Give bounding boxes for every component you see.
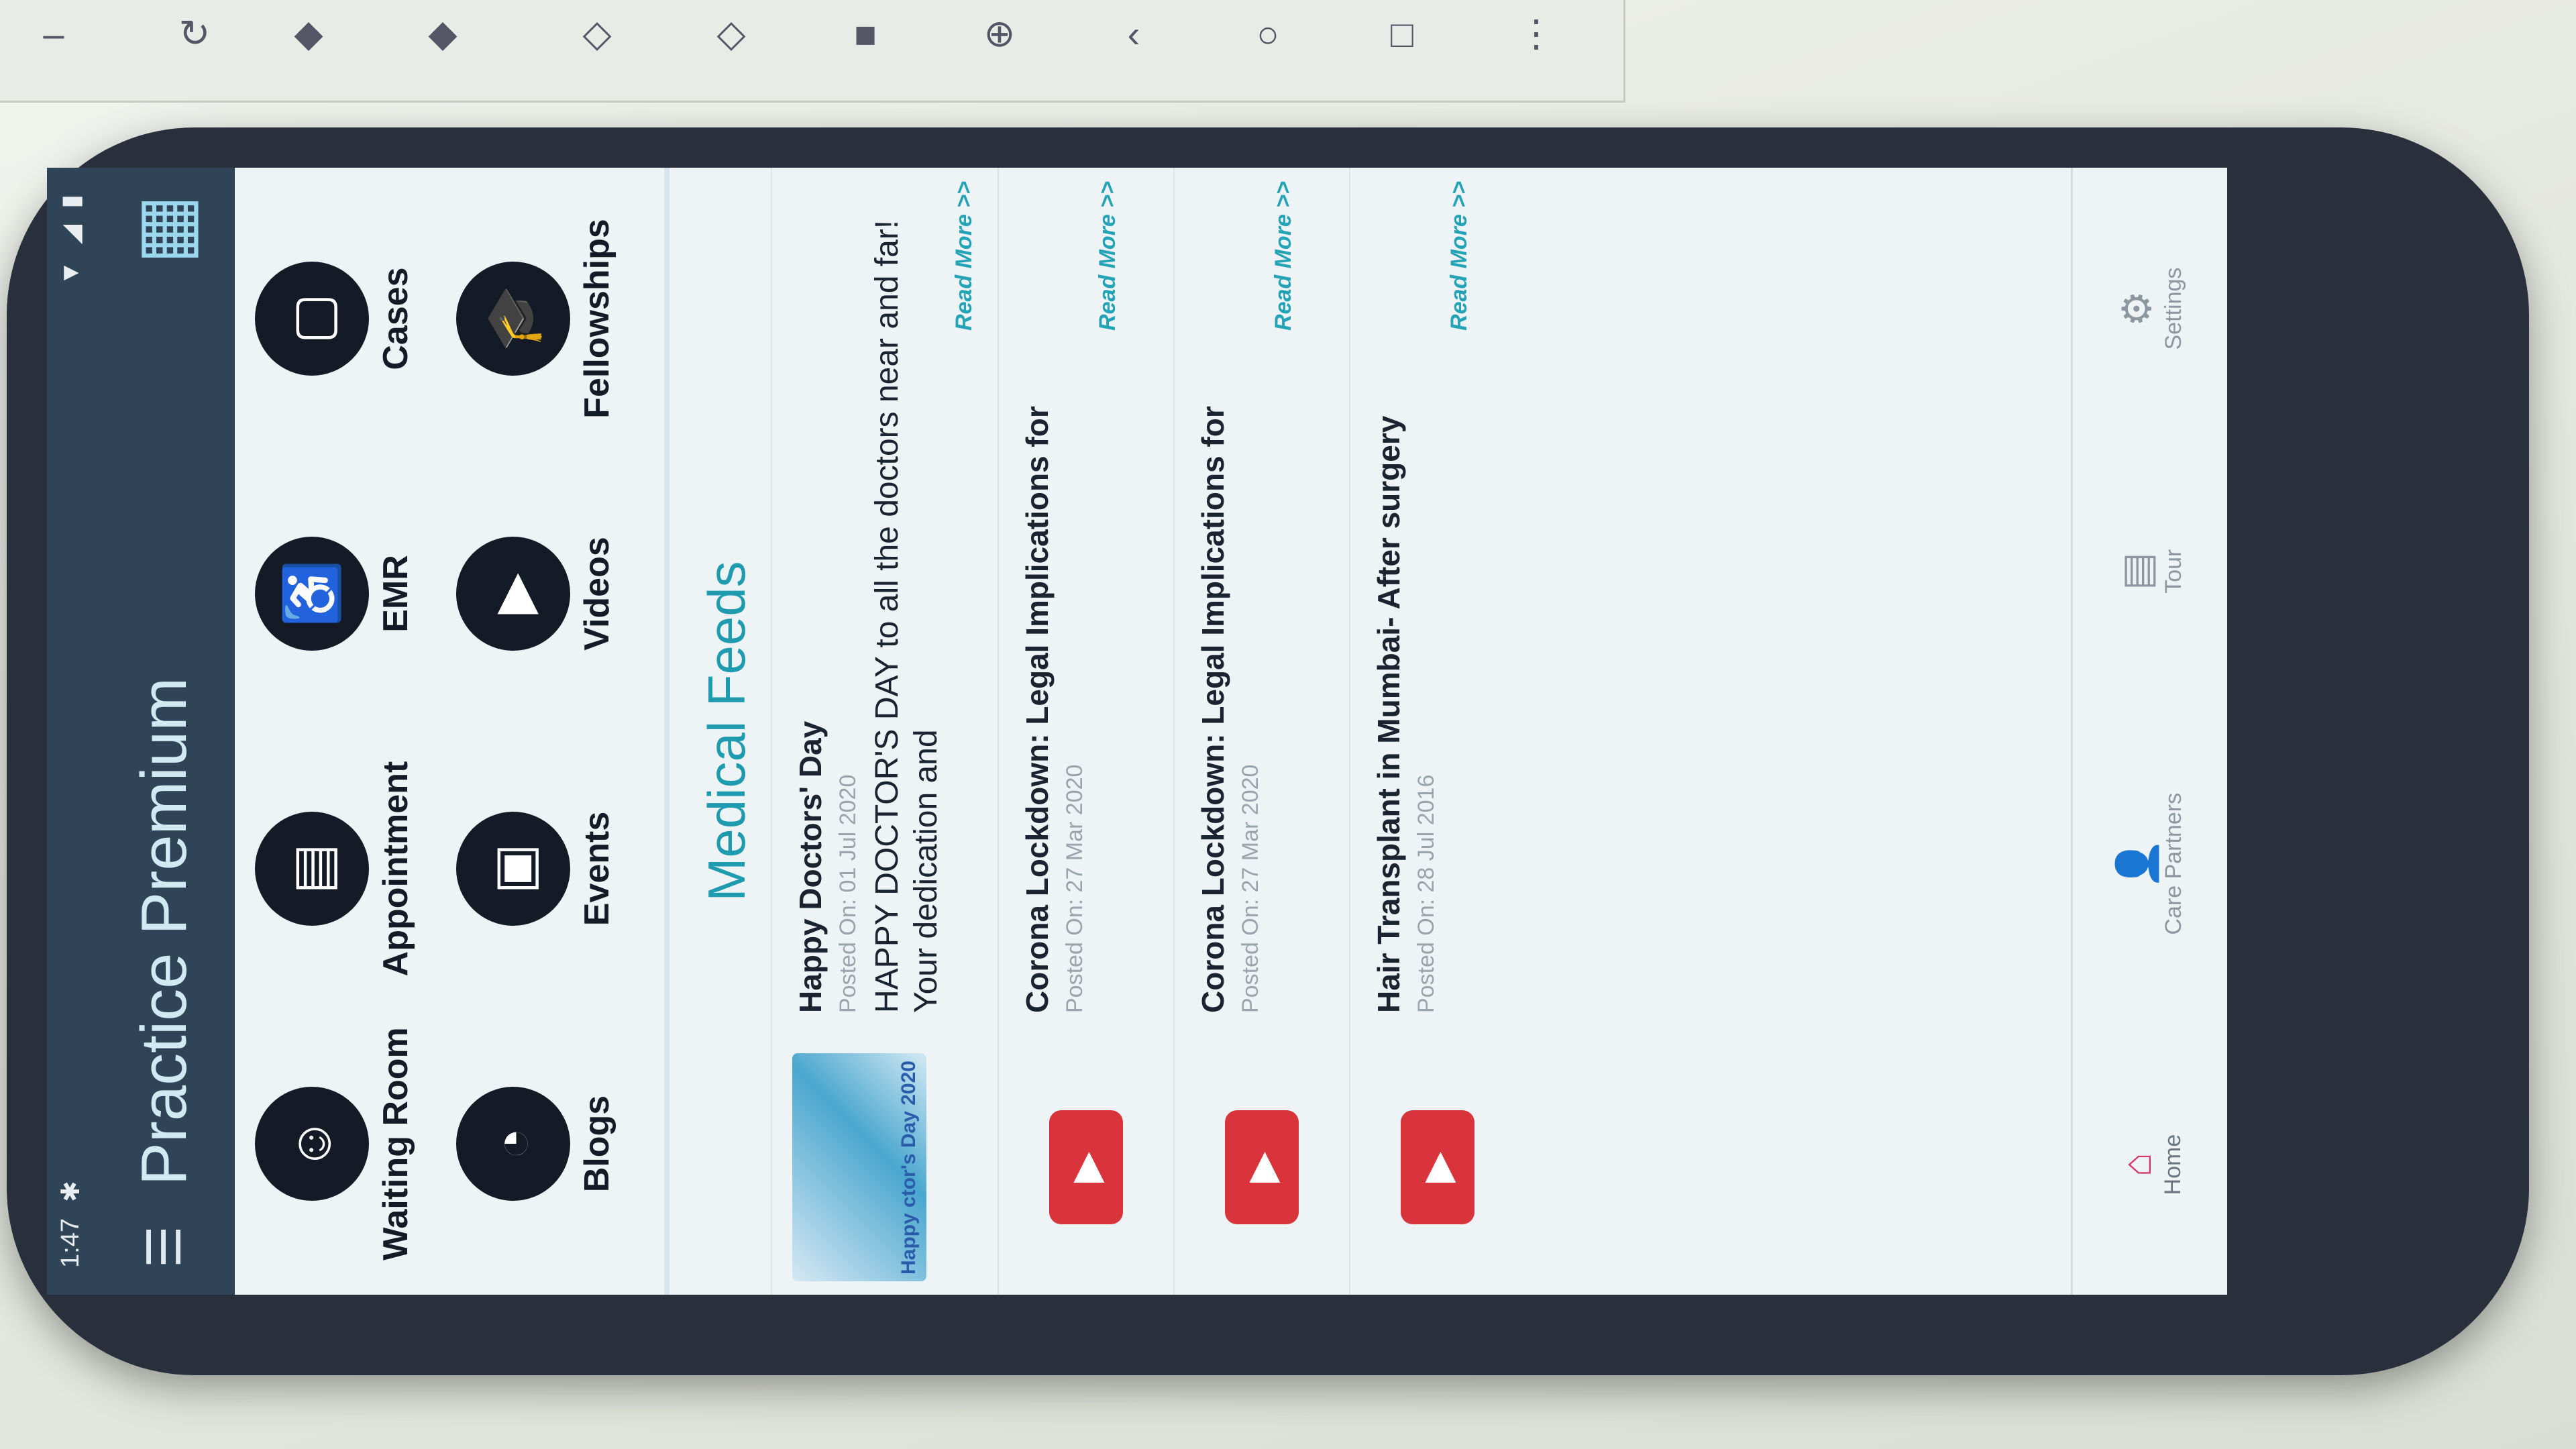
status-bar: 1:47 ✱ ▼ ◢ ▮	[47, 168, 94, 1295]
tile-label: Fellowships	[578, 219, 616, 419]
tile-fellowships[interactable]: 🎓 Fellowships	[456, 181, 657, 456]
refresh-icon: ↻	[178, 12, 211, 54]
play-icon: ▶	[1225, 1110, 1299, 1224]
tile-cases[interactable]: ▢ Cases	[255, 181, 456, 456]
camera-icon: ■	[854, 12, 877, 55]
calendar-check-icon: ▣	[456, 812, 570, 926]
feed-item[interactable]: ▶ Corona Lockdown: Legal Implications fo…	[1173, 168, 1349, 1295]
youtube-thumbnail[interactable]: ▶	[1019, 1053, 1153, 1281]
square-icon: □	[1391, 12, 1413, 55]
background-monitor-toolbar: – ↻ ◆ ◆ ◇ ◇ ■ ⊕ ‹ ○ □ ⋮	[0, 0, 1625, 103]
tile-waiting-room[interactable]: ☺ Waiting Room	[255, 1006, 456, 1281]
plus-icon: ⊕	[983, 12, 1016, 54]
hospital-building-icon[interactable]: ▦	[121, 195, 207, 264]
read-more-link[interactable]: Read More >>	[951, 181, 977, 1013]
status-time: 1:47	[56, 1218, 85, 1268]
hamburger-icon[interactable]: ☰	[137, 1226, 192, 1268]
tile-label: Appointment	[376, 761, 415, 977]
video-camera-icon: ▶	[456, 537, 570, 651]
feed-thumbnail-image: Happy ctor's Day 2020	[792, 1053, 926, 1281]
tile-label: Blogs	[578, 1095, 616, 1193]
app-header: ☰ Practice Premium ▦	[94, 168, 235, 1295]
bottom-tab-bar: ⌂ Home 👤 Care Partners ▤ Tour ⚙ Settings	[2071, 168, 2227, 1295]
feed-date: Posted On: 28 Jul 2016	[1413, 774, 1439, 1013]
wheelchair-icon: ♿	[255, 537, 369, 651]
play-icon: ▶	[1049, 1110, 1123, 1224]
tour-icon: ▤	[2114, 552, 2159, 591]
phone-screen: 1:47 ✱ ▼ ◢ ▮ ☰ Practice Premium ▦ ☺ Wait…	[47, 168, 2227, 1295]
tab-label: Care Partners	[2161, 792, 2186, 935]
home-icon: ⌂	[2114, 1152, 2159, 1177]
tile-label: Events	[578, 811, 616, 926]
tab-home[interactable]: ⌂ Home	[2114, 1134, 2186, 1195]
tab-label: Settings	[2160, 267, 2186, 350]
signal-icon: ◢	[56, 224, 85, 245]
tile-emr[interactable]: ♿ EMR	[255, 456, 456, 731]
feed-date: Posted On: 01 Jul 2020	[835, 774, 861, 1013]
graduation-cap-icon: 🎓	[456, 262, 570, 376]
user-icon: 👤	[2114, 839, 2159, 890]
tab-label: Home	[2160, 1134, 2186, 1195]
feed-title: Corona Lockdown: Legal Implications for	[1020, 406, 1055, 1013]
feed-item[interactable]: ▶ Hair Transplant in Mumbai- After surge…	[1349, 168, 1525, 1295]
feed-title: Hair Transplant in Mumbai- After surgery	[1371, 415, 1406, 1013]
youtube-thumbnail[interactable]: ▶	[1195, 1053, 1329, 1281]
read-more-link[interactable]: Read More >>	[1095, 181, 1121, 1013]
battery-icon: ▮	[56, 195, 85, 209]
thumbnail-caption: Happy ctor's Day 2020	[898, 1061, 920, 1275]
pin-icon: ◆	[294, 12, 323, 54]
wifi-icon: ▼	[56, 260, 85, 286]
feeds-heading: Medical Feeds	[664, 168, 771, 1295]
tab-settings[interactable]: ⚙ Settings	[2114, 268, 2187, 350]
tile-label: Cases	[376, 267, 415, 370]
feed-item[interactable]: Happy ctor's Day 2020 Happy Doctors' Day…	[771, 168, 998, 1295]
tile-label: EMR	[376, 555, 415, 633]
tile-events[interactable]: ▣ Events	[456, 731, 657, 1006]
tab-label: Tour	[2160, 549, 2186, 594]
tile-videos[interactable]: ▶ Videos	[456, 456, 657, 731]
feed-date: Posted On: 27 Mar 2020	[1062, 764, 1087, 1013]
tile-appointment[interactable]: ▤ Appointment	[255, 731, 456, 1006]
more-icon: ⋮	[1517, 12, 1555, 54]
read-more-link[interactable]: Read More >>	[1446, 181, 1472, 1013]
chevron-icon: ‹	[1127, 12, 1140, 55]
people-icon: ☺	[255, 1087, 369, 1201]
feed-body: HAPPY DOCTOR'S DAY to all the doctors ne…	[869, 219, 944, 1013]
tab-care-partners[interactable]: 👤 Care Partners	[2113, 793, 2187, 935]
play-icon: ▶	[1401, 1110, 1474, 1224]
calendar-clock-icon: ▤	[255, 812, 369, 926]
eraser-icon: ◇	[716, 12, 746, 54]
minus-icon: –	[43, 12, 64, 55]
rss-icon: ◔	[456, 1087, 570, 1201]
folder-icon: ▢	[255, 262, 369, 376]
tile-blogs[interactable]: ◔ Blogs	[456, 1006, 657, 1281]
feed-date: Posted On: 27 Mar 2020	[1238, 764, 1263, 1013]
gear-icon: ✱	[56, 1181, 85, 1203]
feed-item[interactable]: ▶ Corona Lockdown: Legal Implications fo…	[998, 168, 1173, 1295]
feature-grid: ☺ Waiting Room ▤ Appointment ♿ EMR ▢ Cas…	[235, 168, 664, 1295]
circle-icon: ○	[1256, 12, 1279, 55]
tab-tour[interactable]: ▤ Tour	[2114, 549, 2187, 594]
page-title: Practice Premium	[128, 677, 200, 1186]
feed-title: Happy Doctors' Day	[793, 720, 828, 1013]
tile-label: Videos	[578, 537, 616, 651]
eraser-icon: ◇	[582, 12, 612, 54]
settings-user-icon: ⚙	[2114, 290, 2159, 327]
pin-icon: ◆	[428, 12, 458, 54]
youtube-thumbnail[interactable]: ▶	[1371, 1053, 1505, 1281]
feed-title: Corona Lockdown: Legal Implications for	[1195, 406, 1230, 1013]
tile-label: Waiting Room	[376, 1027, 415, 1260]
read-more-link[interactable]: Read More >>	[1271, 181, 1297, 1013]
